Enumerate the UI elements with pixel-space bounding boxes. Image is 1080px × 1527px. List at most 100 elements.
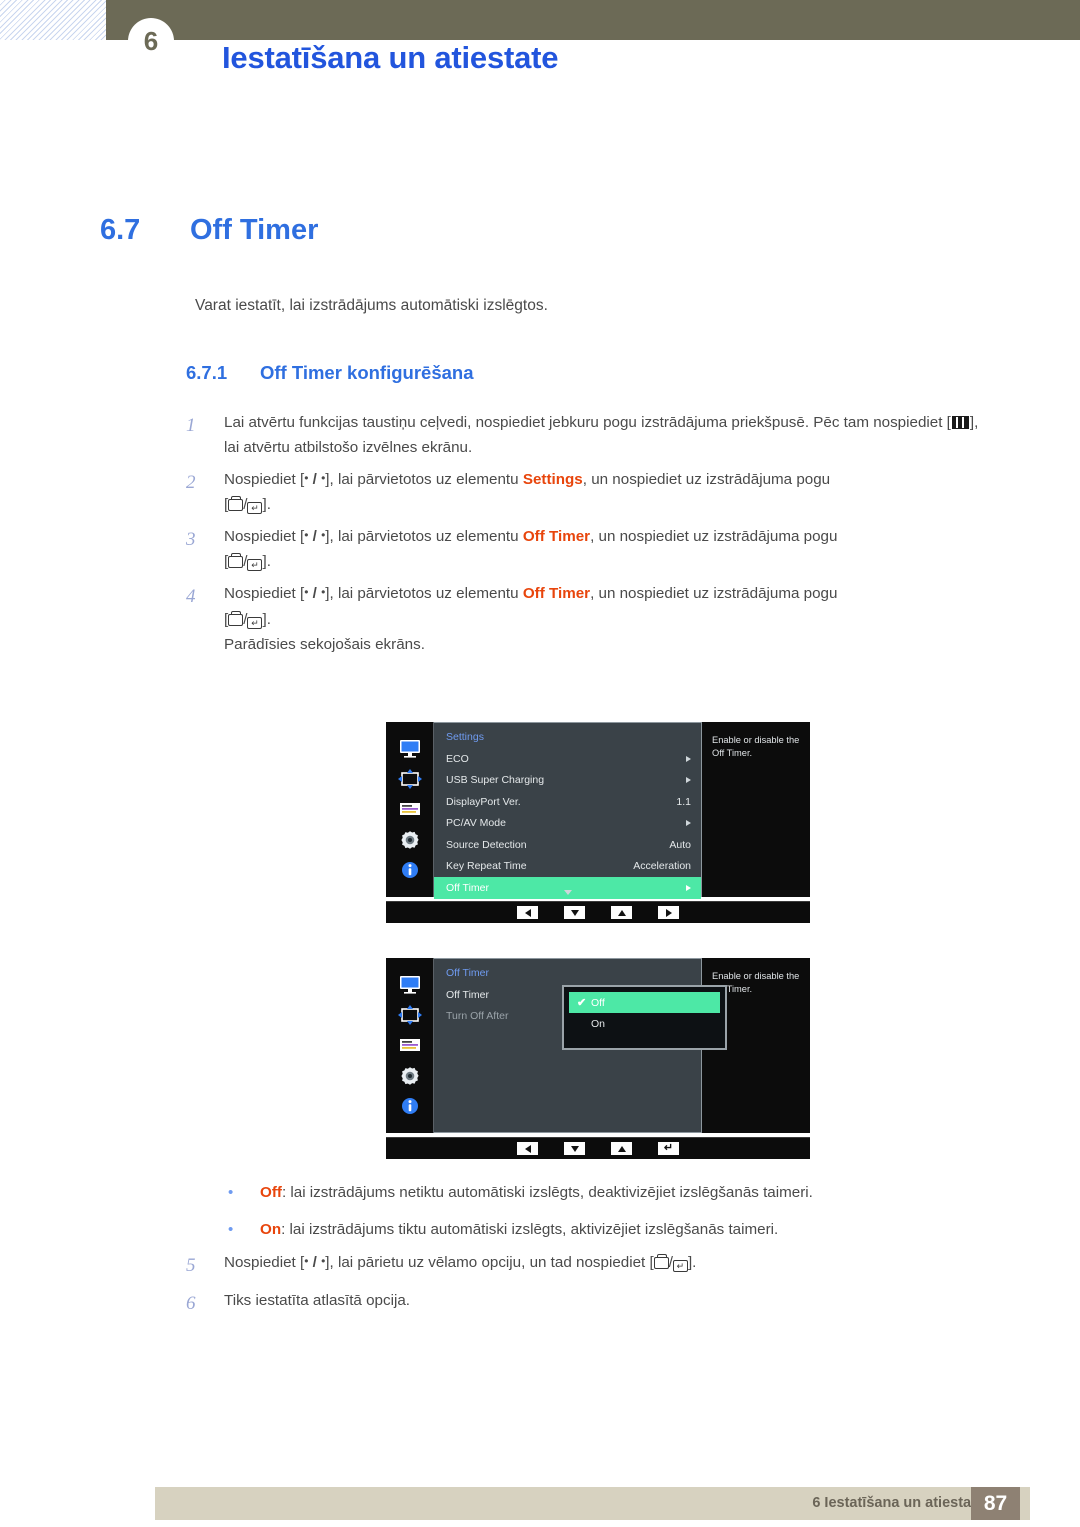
source-key-icon	[228, 553, 244, 569]
step-target-label: Off Timer	[522, 585, 591, 603]
step-number: 1	[186, 415, 196, 436]
option-descriptions: • Off: lai izstrādājums netiktu automāti…	[228, 1182, 988, 1257]
option-term: On	[260, 1221, 282, 1239]
step-number: 3	[186, 529, 196, 551]
osd-item-value: Acceleration	[633, 860, 691, 873]
osd-menu-item-eco[interactable]: ECO	[434, 748, 701, 770]
submenu-arrow-icon	[686, 755, 691, 762]
step-item: 3 Nospiediet [• / •], lai pārvietotos uz…	[186, 524, 986, 574]
nav-down-button[interactable]	[564, 906, 585, 919]
subsection-title: Off Timer konfigurēšana	[260, 362, 474, 383]
step-key-line: [/ ↵].	[224, 496, 271, 515]
osd-help-text: Enable or disable the Off Timer.	[702, 722, 810, 897]
osd-icon-rail	[386, 722, 434, 897]
subsection-heading: 6.7.1 Off Timer konfigurēšana	[186, 362, 473, 384]
down-triangle-icon	[570, 909, 579, 916]
step-text-post: , un nospiediet uz izstrādājuma pogu	[590, 585, 838, 603]
step-number: 6	[186, 1293, 196, 1315]
osd-option-on[interactable]: On	[569, 1013, 720, 1034]
step-text-pre: Nospiediet [	[224, 471, 305, 489]
osd-screen: Settings ECO USB Super Charging DisplayP…	[386, 722, 810, 899]
up-triangle-icon	[617, 909, 626, 916]
osd-icon-rail	[386, 958, 434, 1133]
bracket-close: ].	[262, 610, 271, 628]
submenu-arrow-icon	[686, 884, 691, 891]
manual-page: 6 Iestatīšana un atiestate 6.7 Off Timer…	[0, 0, 1080, 1527]
nav-left-button[interactable]	[517, 906, 538, 919]
right-triangle-icon	[665, 908, 672, 917]
submenu-arrow-icon	[686, 820, 691, 827]
step-key-line: [/ ↵].	[224, 553, 271, 572]
osd-menu-item-pc-av-mode[interactable]: PC/AV Mode	[434, 813, 701, 835]
osd-nav-bar	[386, 901, 810, 923]
osd-option-popup: ✔ Off On	[562, 985, 727, 1050]
list-item: • Off: lai izstrādājums netiktu automāti…	[228, 1182, 988, 1203]
section-heading: 6.7 Off Timer	[100, 214, 318, 247]
step-item: 2 Nospiediet [• / •], lai pārvietotos uz…	[186, 467, 986, 517]
section-number: 6.7	[100, 214, 141, 246]
step-text: Nospiediet [• / •], lai pārvietotos uz e…	[224, 467, 830, 517]
osd-item-label: USB Super Charging	[446, 774, 545, 787]
down-triangle-icon	[570, 1145, 579, 1152]
subsection-number: 6.7.1	[186, 362, 228, 383]
osd-menu-item-source-detection[interactable]: Source Detection Auto	[434, 834, 701, 856]
source-key-icon	[653, 1254, 669, 1269]
step-text-mid: ], lai pārvietotos uz elementu	[325, 471, 523, 489]
nav-right-button[interactable]	[658, 906, 679, 919]
nav-left-button[interactable]	[517, 1142, 538, 1155]
nav-up-button[interactable]	[611, 906, 632, 919]
list-item-text: On: lai izstrādājums tiktu automātiski i…	[260, 1219, 778, 1240]
osd-menu-panel: Off Timer Off Timer Turn Off After ✔ Off…	[434, 958, 727, 1133]
color-bars-icon	[399, 1039, 420, 1052]
step-number: 5	[186, 1255, 196, 1276]
enter-key-icon: ↵	[247, 502, 263, 515]
enter-key-icon: ↵	[247, 559, 263, 572]
enter-icon: ↵	[663, 1142, 674, 1154]
color-bars-icon	[399, 803, 420, 816]
monitor-icon	[399, 740, 420, 758]
bullet-dot-icon: •	[228, 1221, 234, 1239]
up-triangle-icon	[617, 1145, 626, 1152]
check-icon: ✔	[577, 997, 587, 1009]
page-number: 87	[971, 1487, 1020, 1520]
option-term: Off	[260, 1184, 282, 1201]
position-arrows-icon	[397, 1005, 422, 1026]
osd-menu-panel: Settings ECO USB Super Charging DisplayP…	[434, 722, 702, 899]
osd-item-label: Turn Off After	[446, 1010, 509, 1023]
step-item: 1 Lai atvērtu funkcijas taustiņu ceļvedi…	[186, 410, 986, 460]
step-item: 5 Nospiediet [• / •], lai pārietu uz vēl…	[186, 1250, 986, 1281]
osd-menu-item-key-repeat-time[interactable]: Key Repeat Time Acceleration	[434, 856, 701, 878]
osd-option-off[interactable]: ✔ Off	[569, 992, 720, 1013]
bracket-close: ].	[262, 496, 271, 514]
nav-up-button[interactable]	[611, 1142, 632, 1155]
osd-menu-item-off-timer[interactable]: Off Timer	[434, 877, 701, 899]
step-text-post: , un nospiediet uz izstrādājuma pogu	[590, 528, 838, 546]
header-bar	[106, 0, 1080, 40]
position-arrows-icon	[397, 769, 422, 790]
nav-down-button[interactable]	[564, 1142, 585, 1155]
osd-item-label: Key Repeat Time	[446, 860, 527, 873]
osd-menu-item-displayport-ver[interactable]: DisplayPort Ver. 1.1	[434, 791, 701, 813]
monitor-icon	[399, 976, 420, 994]
step-text-post: ].	[687, 1254, 697, 1271]
option-description: : lai izstrādājums tiktu automātiski izs…	[281, 1221, 779, 1239]
osd-item-label: Source Detection	[446, 838, 527, 851]
source-key-icon	[228, 496, 244, 512]
osd-screenshot-settings: Settings ECO USB Super Charging DisplayP…	[386, 722, 810, 923]
osd-screen: Off Timer Off Timer Turn Off After ✔ Off…	[386, 958, 810, 1133]
list-item: • On: lai izstrādājums tiktu automātiski…	[228, 1219, 988, 1240]
step-text-post: , un nospiediet uz izstrādājuma pogu	[582, 471, 831, 489]
step-text: Nospiediet [• / •], lai pārvietotos uz e…	[224, 581, 837, 656]
gear-icon	[400, 830, 419, 849]
left-triangle-icon	[524, 908, 531, 917]
instruction-steps: 1 Lai atvērtu funkcijas taustiņu ceļvedi…	[186, 410, 986, 664]
osd-menu-item-usb-super-charging[interactable]: USB Super Charging	[434, 770, 701, 792]
menu-key-icon	[951, 416, 969, 429]
decorative-hatch-pattern	[0, 0, 106, 40]
bracket-close: ].	[262, 553, 271, 571]
step-target-label: Settings	[522, 471, 583, 489]
page-title: Iestatīšana un atiestate	[222, 40, 559, 75]
option-description: : lai izstrādājums netiktu automātiski i…	[281, 1184, 813, 1201]
nav-enter-button[interactable]: ↵	[658, 1142, 679, 1155]
step-text-mid: ], lai pārvietotos uz elementu	[325, 585, 523, 603]
